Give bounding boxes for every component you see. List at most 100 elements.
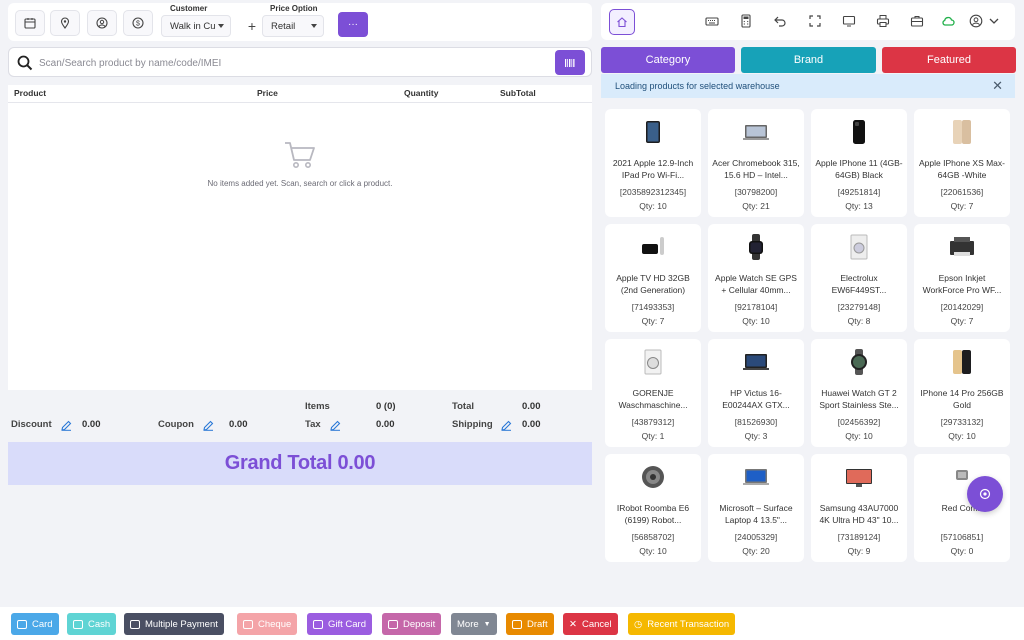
plus-icon[interactable]: + [242,15,262,37]
product-card[interactable]: Huawei Watch GT 2 Sport Stainless Ste...… [811,339,907,447]
product-image [638,232,668,262]
product-card[interactable]: Microsoft – Surface Laptop 4 13.5"... [24… [708,454,804,562]
barcode-scan-button[interactable] [555,50,585,75]
loading-alert-message: Loading products for selected warehouse [615,81,780,91]
calculator-button[interactable] [738,13,754,29]
edit-tax-icon[interactable] [330,420,341,431]
product-qty: Qty: 1 [641,431,665,441]
empty-cart-state: No items added yet. Scan, search or clic… [8,140,592,188]
calendar-button[interactable] [15,10,45,36]
product-card[interactable]: Apple IPhone 11 (4GB-64GB) Black [4925181… [811,109,907,217]
more-options-button[interactable]: ··· [338,12,368,37]
edit-coupon-icon[interactable] [203,420,214,431]
product-code: [02456392] [837,417,881,427]
product-name: Apple TV HD 32GB (2nd Generation) [616,273,690,295]
currency-button[interactable]: $ [123,10,153,36]
customer-button[interactable] [87,10,117,36]
cheque-button[interactable]: Cheque [237,613,298,635]
product-qty: Qty: 0 [950,546,974,556]
product-qty: Qty: 13 [845,201,873,211]
bank-icon [388,619,398,629]
items-value: 0 (0) [376,401,396,412]
close-icon[interactable]: ✕ [992,78,1003,94]
multiple-payment-button[interactable]: Multiple Payment [124,613,224,635]
product-image [947,117,977,147]
product-image [638,462,668,492]
cash-register-button[interactable] [909,13,925,29]
keyboard-button[interactable] [704,13,720,29]
product-code: [30798200] [734,187,778,197]
product-image [741,347,771,377]
product-image [638,347,668,377]
product-qty: Qty: 3 [744,431,768,441]
chevron-down-icon [311,24,317,28]
print-button[interactable] [875,13,891,29]
product-code: [29733132] [940,417,984,427]
deposit-button[interactable]: Deposit [382,613,442,635]
product-image [844,232,874,262]
product-card[interactable]: Electrolux EW6F449ST... [23279148] Qty: 8 [811,224,907,332]
tax-label: Tax [305,419,321,430]
briefcase-icon [910,16,924,27]
sync-status-button[interactable] [940,13,956,29]
customer-display-button[interactable] [841,13,857,29]
tab-featured[interactable]: Featured [882,47,1016,73]
gift-card-button[interactable]: Gift Card [307,613,373,635]
product-card[interactable]: HP Victus 16-E00244AX GTX... [81526930] Qt… [708,339,804,447]
product-code: [20142029] [940,302,984,312]
product-card[interactable]: Epson Inkjet WorkForce Pro WF... [2014202… [914,224,1010,332]
cash-button[interactable]: Cash [67,613,117,635]
fullscreen-button[interactable] [807,13,823,29]
customer-select[interactable]: Walk in Cu [161,15,231,37]
product-card[interactable]: Apple Watch SE GPS + Cellular 40mm... [92… [708,224,804,332]
customer-label: Customer [170,4,208,13]
product-card[interactable]: Apple TV HD 32GB (2nd Generation) [714933… [605,224,701,332]
printer-icon [876,15,890,27]
draft-button[interactable]: Draft [506,613,554,635]
loading-alert: Loading products for selected warehouse … [601,74,1015,98]
product-name: Electrolux EW6F449ST... [831,273,887,295]
product-image [844,117,874,147]
svg-text:$: $ [136,21,140,28]
search-input[interactable] [39,54,539,72]
profile-button[interactable] [968,13,984,29]
product-card[interactable]: IRobot Roomba E6 (6199) Robot... [5685870… [605,454,701,562]
order-totals: Items 0 (0) Total 0.00 Discount 0.00 Cou… [8,395,592,440]
tab-brand[interactable]: Brand [741,47,876,73]
card-button-label: Card [32,618,53,630]
caret-down-icon: ▼ [483,620,491,628]
product-card[interactable]: Samsung 43AU7000 4K Ultra HD 43" 10... [7… [811,454,907,562]
discount-label: Discount [11,419,52,430]
chevron-down-icon [218,24,224,28]
location-button[interactable] [50,10,80,36]
price-option-select[interactable]: Retail [262,15,324,37]
cancel-button-label: Cancel [581,618,612,630]
product-code: [24005329] [734,532,778,542]
floating-action-button[interactable] [967,476,1003,512]
empty-cart-message: No items added yet. Scan, search or clic… [207,179,393,188]
undo-icon [774,16,786,27]
profile-dropdown[interactable] [986,13,1002,29]
product-name: Apple Watch SE GPS + Cellular 40mm... [715,273,797,295]
product-image [741,117,771,147]
undo-button[interactable] [772,13,788,29]
product-card[interactable]: Acer Chromebook 315, 15.6 HD – Intel... [… [708,109,804,217]
cancel-button[interactable]: ✕ Cancel [563,613,618,635]
search-icon [17,55,33,71]
edit-discount-icon[interactable] [61,420,72,431]
home-button[interactable] [609,9,635,35]
product-card[interactable]: 2021 Apple 12.9-Inch IPad Pro Wi-Fi... [2… [605,109,701,217]
card-button[interactable]: Card [11,613,59,635]
items-label: Items [305,401,330,412]
more-button[interactable]: More ▼ [451,613,497,635]
user-icon [96,17,108,29]
product-name: IPhone 14 Pro 256GB Gold [920,388,1004,410]
recent-transaction-button[interactable]: ◷ Recent Transaction [628,613,736,635]
gift-icon [313,619,323,629]
shipping-label: Shipping [452,419,493,430]
product-card[interactable]: GORENJE Waschmaschine... [43879312] Qty: 1 [605,339,701,447]
product-card[interactable]: Apple IPhone XS Max-64GB -White [22061536… [914,109,1010,217]
edit-shipping-icon[interactable] [501,420,512,431]
tab-category[interactable]: Category [601,47,735,73]
product-card[interactable]: IPhone 14 Pro 256GB Gold [29733132] Qty: 1… [914,339,1010,447]
